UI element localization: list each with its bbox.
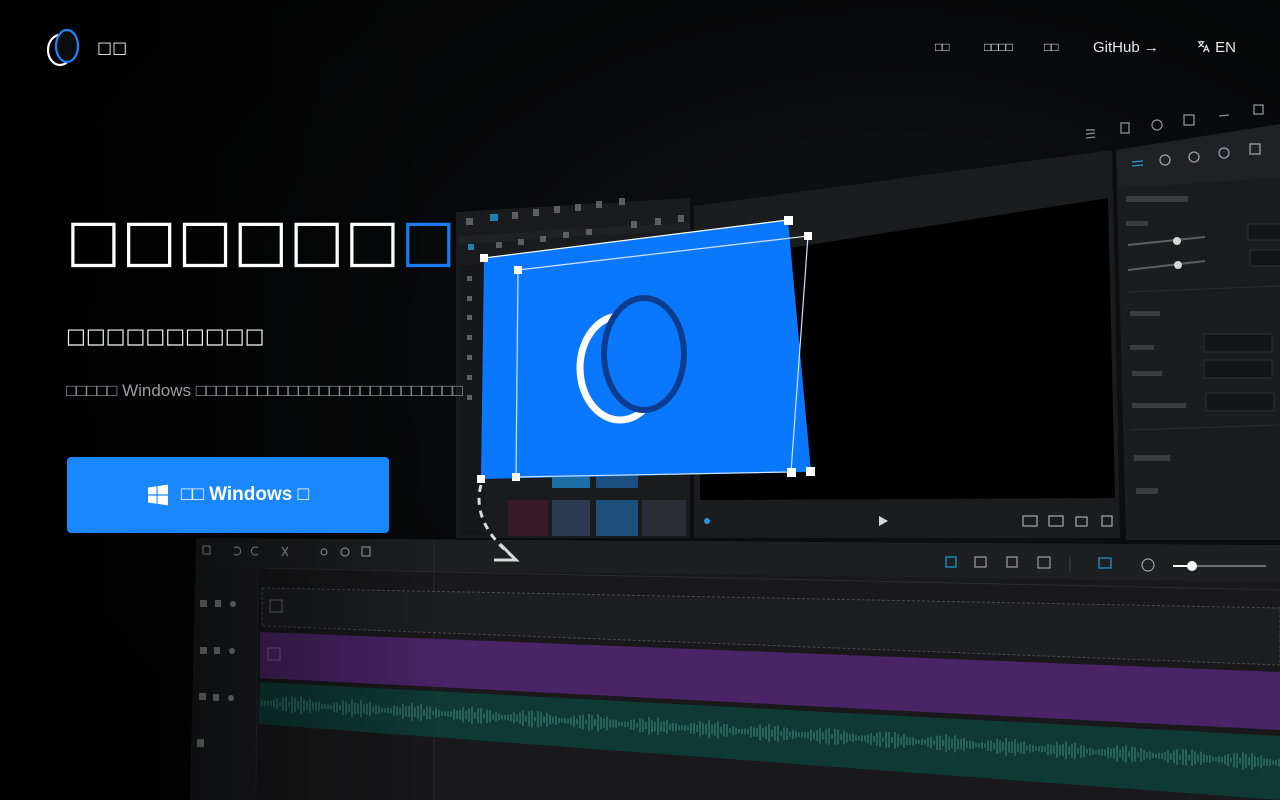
brand-name[interactable]: □□: [97, 38, 127, 57]
site-header: □□ □□ □□□□ □□ GitHub → EN: [0, 0, 1280, 96]
hero-title: □□□□□□□: [66, 206, 457, 274]
github-link[interactable]: GitHub →: [1093, 39, 1159, 56]
hero-title-main: □□□□□□: [66, 206, 401, 274]
hero-subtitle: □□□□□□□□□□: [66, 324, 265, 348]
translate-icon: [1197, 40, 1210, 53]
download-button-label: □□ Windows □: [180, 484, 310, 505]
app-logo-icon[interactable]: [44, 28, 84, 68]
language-switch[interactable]: EN: [1196, 39, 1236, 56]
windows-icon: [147, 484, 168, 506]
hero-description: □□□□□ Windows □□□□□□□□□□□□□□□□□□□□□□□□□□: [66, 381, 463, 400]
nav-link-3[interactable]: □□: [1044, 40, 1059, 54]
download-windows-button[interactable]: □□ Windows □: [67, 457, 389, 533]
language-label: EN: [1215, 39, 1237, 56]
nav-link-1[interactable]: □□: [935, 40, 950, 54]
landing-page: □□ □□ □□□□ □□ GitHub → EN □□□□□□□ □□□□□□…: [0, 0, 1280, 800]
nav-link-2[interactable]: □□□□: [984, 40, 1013, 54]
hero-title-accent: □: [400, 206, 457, 274]
